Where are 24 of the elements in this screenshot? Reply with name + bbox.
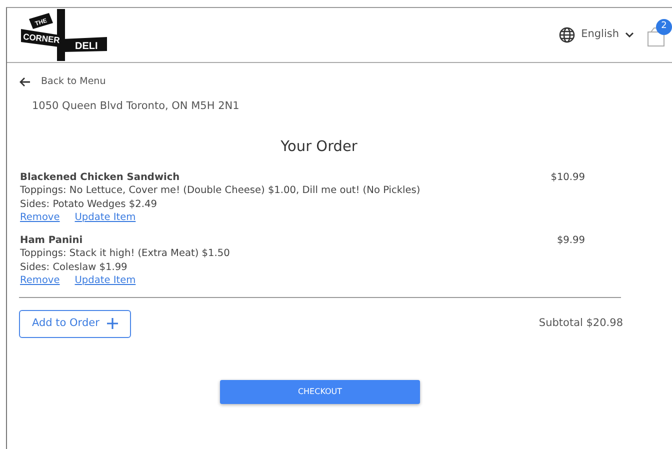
add-to-order-button[interactable]: Add to Order — [19, 310, 132, 338]
item-detail: Sides: Coleslaw $1.99 — [20, 260, 128, 274]
remove-link[interactable]: Remove — [20, 275, 60, 286]
item-detail: Toppings: Stack it high! (Extra Meat) $1.50 — [20, 247, 230, 261]
item-detail: Sides: Potato Wedges $2.49 — [20, 198, 158, 212]
plus-icon — [107, 318, 118, 330]
language-selector[interactable]: English — [559, 27, 634, 43]
item-price: $10.99 — [550, 172, 585, 183]
item-name: Ham Panini — [20, 234, 84, 248]
back-arrow-icon[interactable] — [19, 77, 31, 88]
globe-icon — [559, 27, 576, 43]
remove-link[interactable]: Remove — [20, 212, 60, 224]
subtotal-text: Subtotal $20.98 — [538, 316, 623, 331]
caret-icon — [625, 32, 634, 38]
item-detail: Toppings: No Lettuce, Cover me! (Double Cheese) $1.00, Dill me out! (No Pickles) — [20, 184, 420, 198]
back-link[interactable]: Back to Menu — [41, 75, 106, 90]
item-name: Blackened Chicken Sandwich — [20, 170, 181, 184]
address-text: 1050 Queen Blvd Toronto, ON M5H 2N1 — [32, 99, 240, 114]
cart-count: 2 — [656, 19, 672, 35]
order-title: Your Order — [280, 138, 358, 157]
update-item-link[interactable]: Update Item — [74, 212, 136, 224]
item-price: $9.99 — [556, 234, 585, 246]
update-item-link[interactable]: Update Item — [74, 275, 136, 286]
checkout-button[interactable]: CHECKOUT — [220, 380, 420, 404]
